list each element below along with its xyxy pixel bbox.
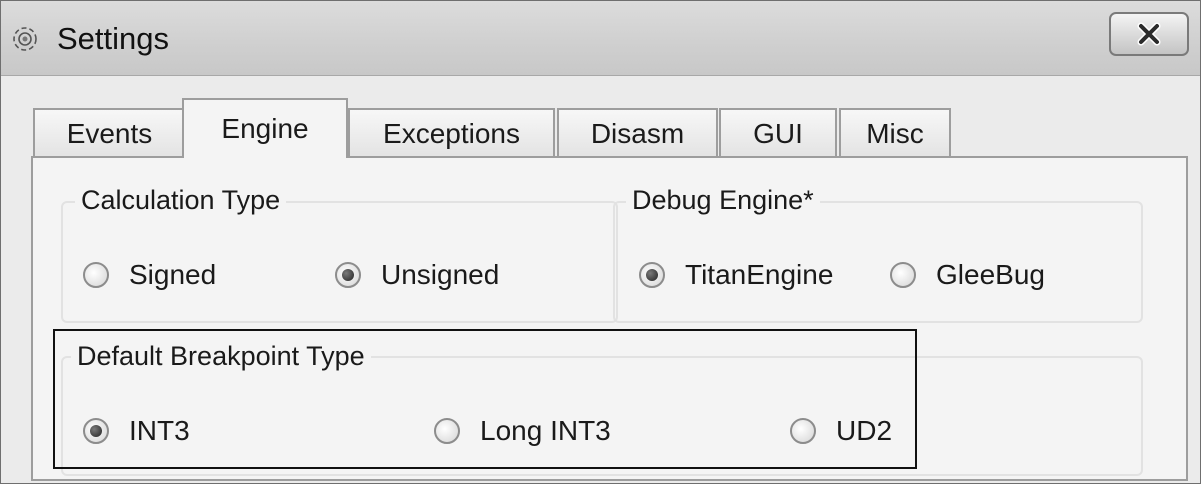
radio-label: Unsigned bbox=[381, 259, 500, 290]
tab-gui[interactable]: GUI bbox=[719, 108, 837, 157]
tab-label: Engine bbox=[221, 113, 309, 144]
tab-label: Exceptions bbox=[383, 117, 520, 149]
radio-label: TitanEngine bbox=[685, 259, 834, 290]
tab-label: GUI bbox=[753, 117, 803, 149]
window-title: Settings bbox=[57, 21, 170, 56]
calculation-type-title: Calculation Type bbox=[75, 185, 287, 216]
tab-disasm[interactable]: Disasm bbox=[557, 108, 718, 157]
unsigned-radio[interactable]: Unsigned bbox=[335, 259, 499, 291]
title-bar: Settings bbox=[1, 1, 1200, 76]
radio-indicator bbox=[639, 262, 665, 288]
highlight-frame bbox=[53, 329, 917, 469]
close-icon bbox=[1137, 22, 1161, 46]
debug-engine-title: Debug Engine* bbox=[626, 185, 820, 216]
radio-indicator bbox=[890, 262, 916, 288]
radio-label: Signed bbox=[129, 259, 217, 290]
titanengine-radio[interactable]: TitanEngine bbox=[639, 259, 833, 291]
radio-indicator bbox=[83, 262, 109, 288]
radio-indicator bbox=[335, 262, 361, 288]
tab-engine[interactable]: Engine bbox=[182, 98, 348, 158]
signed-radio[interactable]: Signed bbox=[83, 259, 216, 291]
tab-label: Disasm bbox=[590, 117, 685, 149]
gleebug-radio[interactable]: GleeBug bbox=[890, 259, 1045, 291]
tab-exceptions[interactable]: Exceptions bbox=[348, 108, 555, 157]
radio-label: GleeBug bbox=[936, 259, 1045, 290]
gear-icon bbox=[13, 27, 37, 51]
tab-events[interactable]: Events bbox=[33, 108, 186, 157]
tab-misc[interactable]: Misc bbox=[839, 108, 951, 157]
tab-label: Events bbox=[66, 117, 153, 149]
tab-label: Misc bbox=[866, 117, 924, 149]
close-button[interactable] bbox=[1109, 12, 1189, 56]
